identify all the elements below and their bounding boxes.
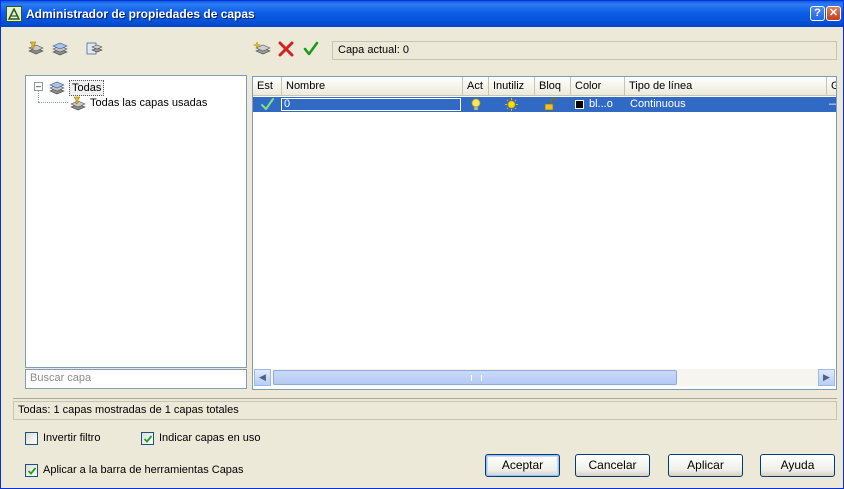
- layer-list[interactable]: Est Nombre Act Inutiliz Bloq Color Tipo …: [252, 76, 837, 390]
- tree-label-used-layers: Todas las capas usadas: [90, 97, 208, 109]
- cancel-button[interactable]: Cancelar: [575, 454, 650, 477]
- column-header-on[interactable]: Act: [463, 77, 489, 96]
- title-bar[interactable]: Administrador de propiedades de capas ? …: [1, 1, 843, 27]
- lightbulb-on-icon[interactable]: [470, 98, 482, 111]
- divider: [13, 398, 837, 399]
- column-header-color[interactable]: Color: [571, 77, 625, 96]
- window-title: Administrador de propiedades de capas: [26, 7, 255, 21]
- layer-linetype-cell[interactable]: Continuous: [630, 97, 686, 112]
- column-header-lineweight[interactable]: G: [827, 77, 836, 96]
- check-icon: [143, 435, 153, 443]
- apply-button[interactable]: Aplicar: [668, 454, 743, 477]
- table-row[interactable]: 0 bl...o Continuous —: [253, 97, 836, 112]
- column-header-linetype[interactable]: Tipo de línea: [625, 77, 827, 96]
- apply-to-toolbar-label: Aplicar a la barra de herramientas Capas: [43, 464, 244, 476]
- invert-filter-label: Invertir filtro: [43, 432, 101, 444]
- sun-thawed-icon[interactable]: [505, 98, 518, 111]
- set-current-icon[interactable]: [302, 41, 320, 57]
- search-layer-input[interactable]: Buscar capa: [25, 369, 247, 389]
- layer-lineweight-cell[interactable]: —: [829, 97, 836, 112]
- new-layer-filter-icon[interactable]: [27, 41, 45, 57]
- check-icon: [27, 467, 37, 475]
- delete-layer-icon[interactable]: [277, 41, 295, 57]
- scrollbar-thumb[interactable]: [273, 370, 677, 385]
- close-title-button[interactable]: ✕: [826, 6, 841, 21]
- scroll-right-button[interactable]: ▶: [818, 369, 835, 386]
- column-header-lock[interactable]: Bloq: [535, 77, 571, 96]
- help-button[interactable]: Ayuda: [760, 454, 835, 477]
- layer-app-icon: [6, 6, 22, 22]
- ok-button[interactable]: Aceptar: [485, 454, 560, 477]
- color-swatch[interactable]: [575, 100, 584, 109]
- checkbox-box[interactable]: [25, 464, 38, 477]
- tree-connector: [38, 102, 68, 103]
- layer-states-manager-icon[interactable]: [85, 41, 103, 57]
- used-layers-filter-icon: [70, 96, 86, 111]
- column-header-freeze[interactable]: Inutiliz: [489, 77, 535, 96]
- tree-connector: [38, 91, 39, 102]
- status-text: Todas: 1 capas mostradas de 1 capas tota…: [13, 401, 837, 420]
- indicate-in-use-label: Indicar capas en uso: [159, 432, 261, 444]
- unlocked-padlock-icon[interactable]: [543, 98, 557, 111]
- current-check-icon: [261, 98, 274, 110]
- scroll-grip-icon: [471, 375, 482, 381]
- new-layer-icon[interactable]: [253, 41, 271, 57]
- current-layer-display: Capa actual: 0: [332, 41, 837, 60]
- layer-color-cell[interactable]: bl...o: [589, 97, 613, 112]
- filter-tree[interactable]: – Todas Todas las capas usadas: [25, 75, 247, 368]
- checkbox-box[interactable]: [141, 432, 154, 445]
- layers-stack-icon: [49, 81, 65, 95]
- help-title-button[interactable]: ?: [810, 6, 825, 21]
- tree-label-all: Todas: [69, 80, 105, 96]
- scroll-left-button[interactable]: ◀: [254, 369, 271, 386]
- column-header-name[interactable]: Nombre: [282, 77, 463, 96]
- horizontal-scrollbar[interactable]: ◀ ▶: [254, 369, 835, 386]
- column-header-status[interactable]: Est: [253, 77, 282, 96]
- collapse-icon[interactable]: –: [34, 82, 43, 91]
- layer-name-cell[interactable]: 0: [281, 98, 461, 111]
- new-group-filter-icon[interactable]: [51, 41, 69, 57]
- layer-properties-dialog: Administrador de propiedades de capas ? …: [0, 0, 844, 489]
- checkbox-box[interactable]: [25, 432, 38, 445]
